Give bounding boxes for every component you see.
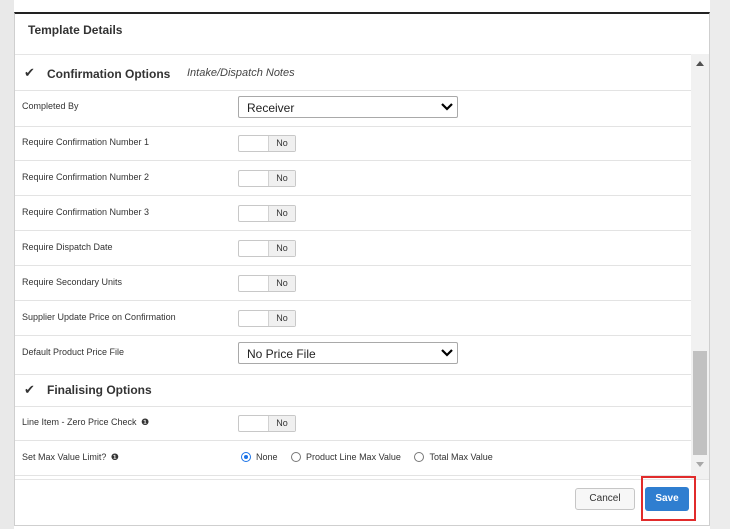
select-value: No Price File xyxy=(247,347,316,361)
section-title: Confirmation Options xyxy=(47,67,171,81)
section-title: Finalising Options xyxy=(47,383,152,397)
select-value: Receiver xyxy=(247,101,295,115)
field-label-text: Set Max Value Limit? xyxy=(22,452,107,462)
field-label-text: Line Item - Zero Price Check xyxy=(22,417,137,427)
field-label: Require Dispatch Date xyxy=(22,242,113,252)
section-confirmation-options[interactable]: ✔ Confirmation Options Intake/Dispatch N… xyxy=(15,56,691,91)
save-highlight-box xyxy=(641,476,696,521)
checkmark-icon: ✔ xyxy=(24,382,35,397)
template-details-modal: Template Details ✔ Confirmation Options … xyxy=(14,12,710,526)
row-zero-price-check: Line Item - Zero Price Check ❶ No xyxy=(15,406,691,441)
row-require-confirmation-number-1: Require Confirmation Number 1 No xyxy=(15,126,691,161)
require-secondary-units-toggle[interactable]: No xyxy=(238,275,296,292)
chevron-down-icon xyxy=(441,349,453,357)
require-dispatch-date-toggle[interactable]: No xyxy=(238,240,296,257)
backdrop-left xyxy=(0,0,14,529)
radio-option-none[interactable]: None xyxy=(241,451,278,463)
toggle-state: No xyxy=(268,311,295,326)
row-default-product-price-file: Default Product Price File No Price File xyxy=(15,336,691,375)
field-label: Require Confirmation Number 3 xyxy=(22,207,150,217)
row-set-max-value-limit: Set Max Value Limit? ❶ None Product Line… xyxy=(15,441,691,476)
row-supplier-update-price: Supplier Update Price on Confirmation No xyxy=(15,301,691,336)
row-require-confirmation-number-2: Require Confirmation Number 2 No xyxy=(15,161,691,196)
vertical-scrollbar[interactable] xyxy=(691,54,709,479)
field-label: Line Item - Zero Price Check ❶ xyxy=(22,417,149,428)
row-require-secondary-units: Require Secondary Units No xyxy=(15,266,691,301)
field-label: Supplier Update Price on Confirmation xyxy=(22,312,176,322)
max-value-radio-group: None Product Line Max Value Total Max Va… xyxy=(241,451,504,463)
field-label: Default Product Price File xyxy=(22,347,125,357)
completed-by-select[interactable]: Receiver xyxy=(238,96,458,118)
modal-header: Template Details xyxy=(15,14,709,55)
toggle-state: No xyxy=(268,206,295,221)
field-label: Completed By xyxy=(22,101,79,111)
supplier-update-price-toggle[interactable]: No xyxy=(238,310,296,327)
modal-footer: Cancel Save xyxy=(15,479,709,525)
modal-title: Template Details xyxy=(28,23,123,37)
section-subtitle: Intake/Dispatch Notes xyxy=(187,67,295,79)
radio-option-total-max-value[interactable]: Total Max Value xyxy=(414,451,493,463)
radio-label: Total Max Value xyxy=(429,452,493,462)
info-circle-icon[interactable]: ❶ xyxy=(141,417,149,427)
scrollbar-thumb[interactable] xyxy=(693,351,707,455)
toggle-state: No xyxy=(268,241,295,256)
scroll-up-arrow-icon[interactable] xyxy=(696,61,704,66)
toggle-state: No xyxy=(268,416,295,431)
field-label: Require Confirmation Number 1 xyxy=(22,137,150,147)
require-confirmation-number-1-toggle[interactable]: No xyxy=(238,135,296,152)
checkmark-icon: ✔ xyxy=(24,65,35,80)
radio-label: None xyxy=(256,452,278,462)
section-finalising-options[interactable]: ✔ Finalising Options xyxy=(15,374,691,407)
backdrop-right xyxy=(710,0,730,529)
require-confirmation-number-3-toggle[interactable]: No xyxy=(238,205,296,222)
radio-button[interactable] xyxy=(241,451,251,462)
toggle-state: No xyxy=(268,276,295,291)
radio-button[interactable] xyxy=(414,451,425,462)
modal-body: ✔ Confirmation Options Intake/Dispatch N… xyxy=(15,54,691,479)
chevron-down-icon xyxy=(441,103,453,111)
field-label: Require Secondary Units xyxy=(22,277,123,287)
radio-option-product-line-max-value[interactable]: Product Line Max Value xyxy=(291,451,401,463)
price-file-select[interactable]: No Price File xyxy=(238,342,458,364)
info-circle-icon[interactable]: ❶ xyxy=(111,452,119,462)
row-require-confirmation-number-3: Require Confirmation Number 3 No xyxy=(15,196,691,231)
row-completed-by: Completed By Receiver xyxy=(15,90,691,127)
cancel-button[interactable]: Cancel xyxy=(575,488,635,510)
row-require-dispatch-date: Require Dispatch Date No xyxy=(15,231,691,266)
scroll-down-arrow-icon[interactable] xyxy=(696,462,704,467)
field-label: Set Max Value Limit? ❶ xyxy=(22,452,119,463)
toggle-state: No xyxy=(268,136,295,151)
radio-button[interactable] xyxy=(291,451,302,462)
zero-price-check-toggle[interactable]: No xyxy=(238,415,296,432)
radio-label: Product Line Max Value xyxy=(306,452,401,462)
require-confirmation-number-2-toggle[interactable]: No xyxy=(238,170,296,187)
toggle-state: No xyxy=(268,171,295,186)
field-label: Require Confirmation Number 2 xyxy=(22,172,150,182)
